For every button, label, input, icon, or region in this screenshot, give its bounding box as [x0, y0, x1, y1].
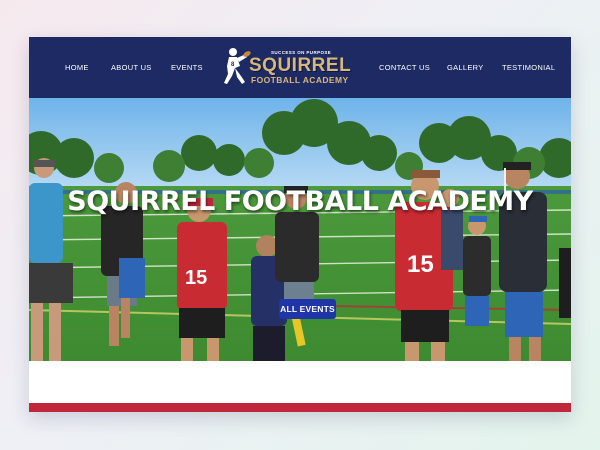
logo-name: SQUIRREL	[249, 55, 352, 76]
nav-about-us[interactable]: ABOUT US	[111, 63, 152, 72]
svg-text:15: 15	[407, 251, 434, 278]
nav-gallery[interactable]: GALLERY	[447, 63, 484, 72]
svg-text:15: 15	[185, 267, 207, 289]
browser-page: HOME ABOUT US EVENTS 8 SUCCESS ON PURPOS…	[29, 37, 571, 412]
logo-subtitle: FOOTBALL ACADEMY	[251, 75, 349, 85]
nav-home[interactable]: HOME	[65, 63, 89, 72]
nav-testimonial[interactable]: TESTIMONIAL	[502, 63, 555, 72]
site-logo[interactable]: 8 SUCCESS ON PURPOSE SQUIRREL FOOTBALL A…	[219, 44, 359, 90]
football-player-icon: 8	[224, 48, 251, 84]
hero-title: SQUIRREL FOOTBALL ACADEMY	[67, 186, 533, 217]
nav-contact-us[interactable]: CONTACT US	[379, 63, 430, 72]
hero-banner: 15 15 SQUIRREL FOOTBALL ACADEMY ALL EVEN…	[29, 98, 571, 361]
content-area	[29, 361, 571, 403]
top-nav: HOME ABOUT US EVENTS 8 SUCCESS ON PURPOS…	[29, 37, 571, 98]
all-events-button[interactable]: ALL EVENTS	[279, 299, 336, 319]
red-divider	[29, 403, 571, 412]
hero-photo: 15 15	[29, 98, 571, 361]
nav-events[interactable]: EVENTS	[171, 63, 203, 72]
